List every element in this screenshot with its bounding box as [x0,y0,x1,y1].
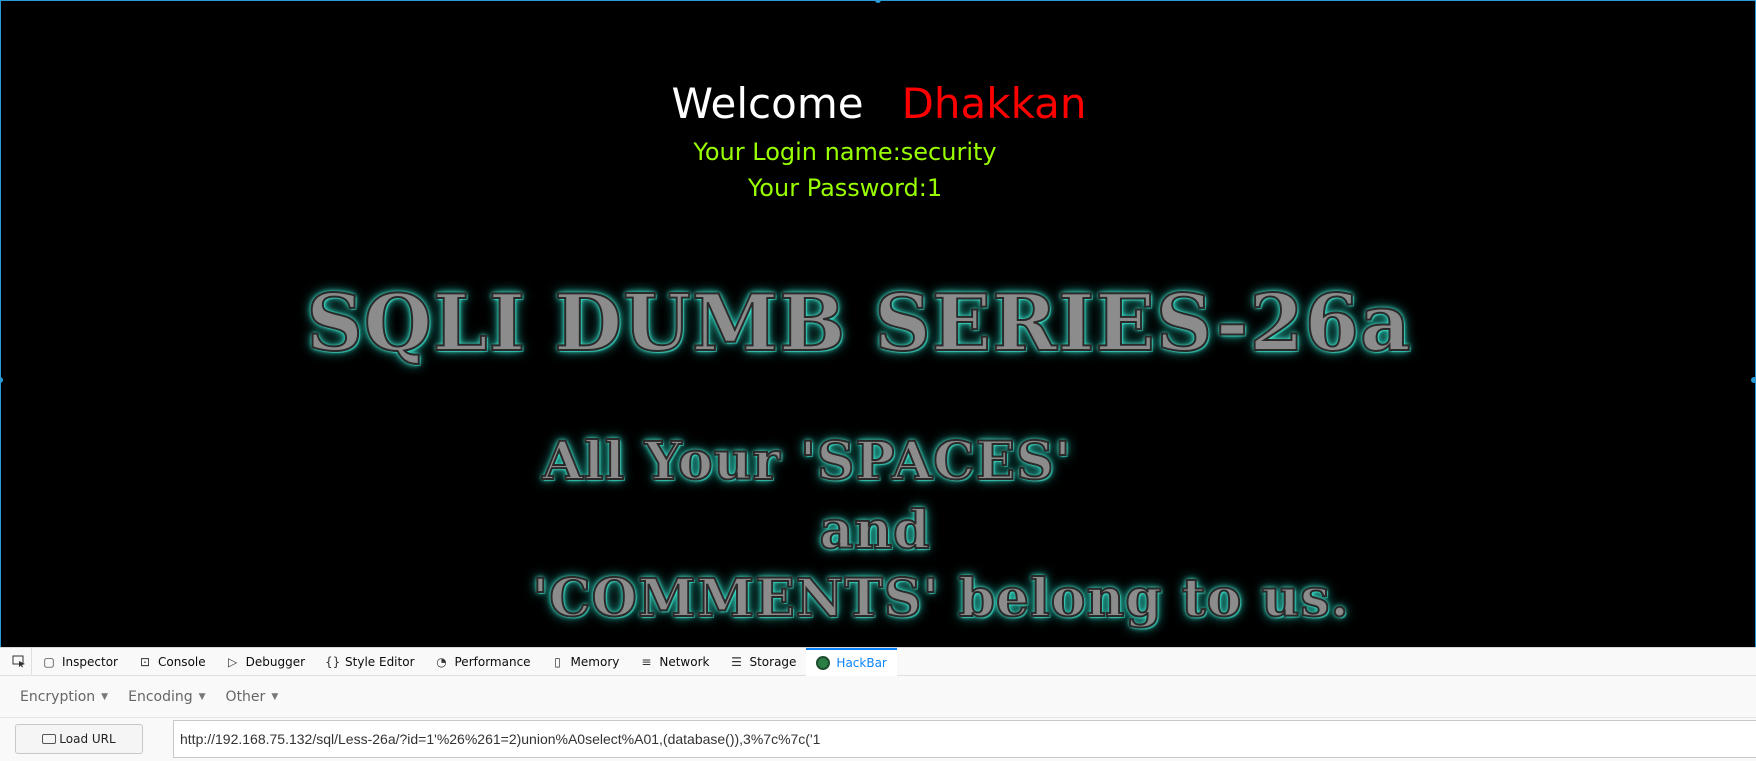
banner-line-and: and [819,499,931,562]
url-input[interactable]: http://192.168.75.132/sql/Less-26a/?id=1… [173,720,1756,758]
hackbar-menu-row: Encryption ▼ Encoding ▼ Other ▼ [0,676,1756,718]
tab-label: Memory [570,654,620,669]
menu-label: Encoding [128,688,193,705]
tab-hackbar[interactable]: HackBar [806,647,897,676]
selection-handle-top[interactable] [875,0,881,3]
tab-console[interactable]: ⊡ Console [128,648,216,676]
tab-inspector[interactable]: ▢ Inspector [32,648,128,676]
banner-line-spaces: All Your 'SPACES' [541,430,1072,493]
tab-label: HackBar [836,655,887,670]
devtools-panel: ▢ Inspector ⊡ Console ▷ Debugger {} Style Ed… [0,647,1756,761]
devtools-tabbar: ▢ Inspector ⊡ Console ▷ Debugger {} Style Ed… [0,647,1756,676]
user-name: Dhakkan [901,79,1087,128]
tab-label: Console [157,654,206,669]
console-icon: ⊡ [139,654,151,669]
selection-handle-left[interactable] [0,377,3,383]
selection-handle-right[interactable] [1751,377,1756,383]
debugger-icon: ▷ [228,654,238,669]
menu-label: Encryption [20,688,96,705]
inspector-icon: ▢ [43,654,55,669]
network-icon: ≡ [641,654,652,669]
banner-line-comments: 'COMMENTS' belong to us. [531,567,1350,630]
tab-debugger[interactable]: ▷ Debugger [216,648,315,676]
tab-performance[interactable]: ◔ Performance [425,648,541,676]
style-editor-icon: {} [325,654,341,669]
web-page-viewport: Welcome Dhakkan Your Login name:security … [0,0,1756,647]
caret-down-icon: ▼ [271,691,279,702]
menu-label: Other [225,688,266,705]
caret-down-icon: ▼ [101,691,109,702]
welcome-line: Welcome Dhakkan [1,79,1756,129]
tab-label: Performance [454,654,531,669]
tab-storage[interactable]: ☰ Storage [719,648,806,676]
other-menu[interactable]: Other ▼ [226,689,279,705]
load-url-button[interactable]: Load URL [15,724,143,754]
element-picker-icon[interactable] [6,647,32,676]
banner-title: SQLI DUMB SERIES-26a [305,278,1412,370]
password-text: Your Password:1 [747,174,943,202]
performance-icon: ◔ [436,654,447,669]
storage-icon: ☰ [731,654,742,669]
tab-label: Inspector [62,654,118,669]
login-name-text: Your Login name:security [693,138,997,166]
memory-icon: ▯ [554,654,561,669]
encoding-menu[interactable]: Encoding ▼ [128,689,205,705]
tab-label: Network [659,654,710,669]
tab-memory[interactable]: ▯ Memory [541,648,630,676]
hackbar-icon [816,655,831,670]
tab-style-editor[interactable]: {} Style Editor [315,648,424,676]
encryption-menu[interactable]: Encryption ▼ [20,689,108,705]
load-url-label: Load URL [59,732,116,746]
load-icon [42,734,57,744]
tab-label: Storage [749,654,797,669]
tab-network[interactable]: ≡ Network [629,648,719,676]
welcome-text: Welcome [671,79,864,128]
tab-label: Debugger [245,654,306,669]
caret-down-icon: ▼ [198,691,206,702]
tab-label: Style Editor [345,654,415,669]
